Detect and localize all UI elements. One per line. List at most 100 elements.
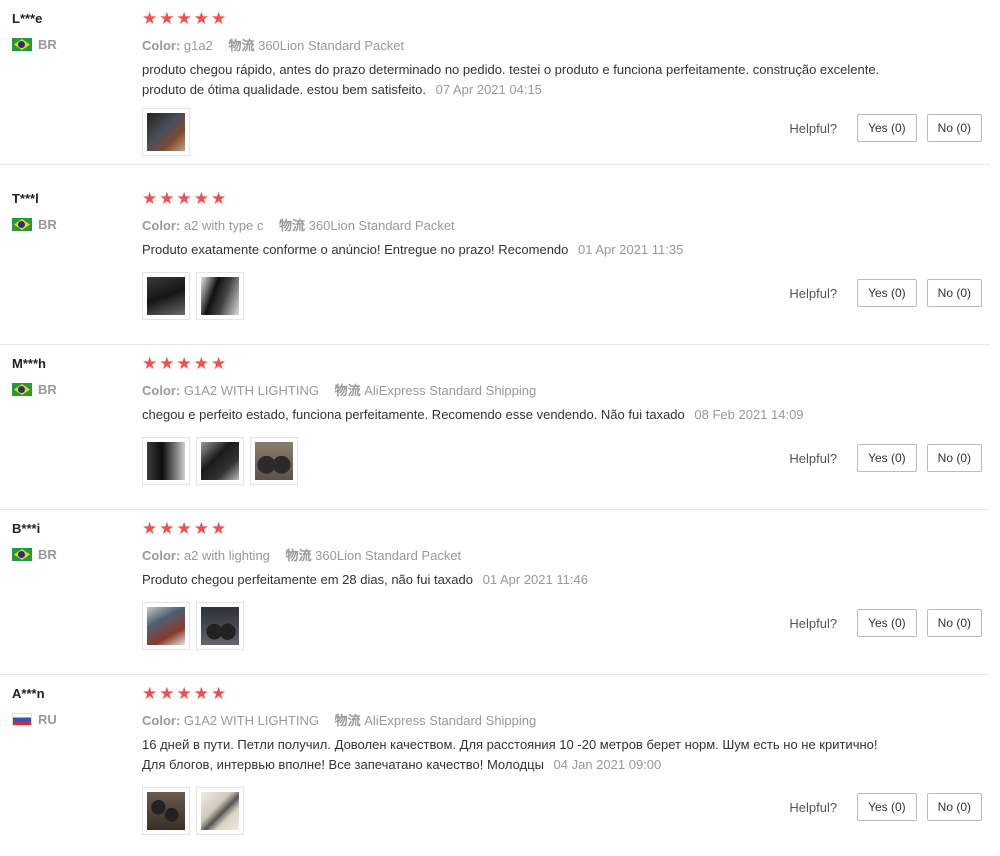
color-value: a2 with lighting: [183, 548, 270, 563]
reviewer-name: B***i: [12, 521, 41, 536]
shipping-label: 物流: [334, 713, 361, 728]
helpful-yes-button[interactable]: Yes (0): [857, 609, 917, 637]
brazil-flag-icon: [12, 38, 32, 51]
helpful-label: Helpful?: [789, 285, 838, 301]
photo-image: [147, 113, 185, 151]
photo-image: [147, 607, 185, 645]
review-photo-thumbnail[interactable]: [142, 272, 190, 320]
reviewer-country: BR: [12, 37, 57, 52]
photo-image: [201, 792, 239, 830]
color-label: Color:: [142, 383, 181, 398]
review-text: produto chegou rápido, antes do prazo de…: [142, 60, 902, 100]
star-rating: ★★★★★: [142, 354, 229, 373]
review-text: Produto chegou perfeitamente em 28 dias,…: [142, 570, 902, 590]
helpful-vote: Helpful? Yes (0) No (0): [789, 444, 982, 472]
review-photos: [142, 272, 244, 320]
helpful-no-button[interactable]: No (0): [926, 114, 982, 142]
helpful-label: Helpful?: [789, 120, 838, 136]
review-photo-thumbnail[interactable]: [196, 437, 244, 485]
review-photos: [142, 787, 244, 835]
review-meta: Color: G1A2 WITH LIGHTING 物流 AliExpress …: [142, 710, 548, 729]
review-meta: Color: a2 with lighting 物流 360Lion Stand…: [142, 545, 473, 564]
helpful-no-button[interactable]: No (0): [926, 793, 982, 821]
helpful-yes-button[interactable]: Yes (0): [857, 444, 917, 472]
review-item: M***h BR ★★★★★ Color: G1A2 WITH LIGHTING…: [0, 345, 990, 510]
helpful-label: Helpful?: [789, 450, 838, 466]
reviewer-country: BR: [12, 382, 57, 397]
review-photo-thumbnail[interactable]: [142, 602, 190, 650]
star-rating: ★★★★★: [142, 9, 229, 28]
country-code: BR: [38, 217, 57, 232]
helpful-yes-button[interactable]: Yes (0): [857, 793, 917, 821]
review-photos: [142, 602, 244, 650]
russia-flag-icon: [12, 713, 32, 726]
country-code: BR: [38, 37, 57, 52]
star-rating: ★★★★★: [142, 189, 229, 208]
review-body: Produto chegou perfeitamente em 28 dias,…: [142, 572, 473, 587]
helpful-yes-button[interactable]: Yes (0): [857, 114, 917, 142]
helpful-no-button[interactable]: No (0): [926, 444, 982, 472]
shipping-label: 物流: [285, 548, 312, 563]
color-value: a2 with type c: [183, 218, 264, 233]
review-photos: [142, 437, 298, 485]
helpful-label: Helpful?: [789, 615, 838, 631]
photo-image: [255, 442, 293, 480]
review-meta: Color: g1a2 物流 360Lion Standard Packet: [142, 35, 416, 54]
helpful-no-button[interactable]: No (0): [926, 609, 982, 637]
reviewer-country: BR: [12, 217, 57, 232]
shipping-value: 360Lion Standard Packet: [315, 548, 462, 563]
review-body: Produto exatamente conforme o anúncio! E…: [142, 242, 569, 257]
color-label: Color:: [142, 38, 181, 53]
review-meta: Color: a2 with type c 物流 360Lion Standar…: [142, 215, 467, 234]
review-photo-thumbnail[interactable]: [196, 272, 244, 320]
photo-image: [147, 792, 185, 830]
shipping-label: 物流: [334, 383, 361, 398]
photo-image: [201, 607, 239, 645]
star-rating: ★★★★★: [142, 684, 229, 703]
country-code: RU: [38, 712, 57, 727]
helpful-vote: Helpful? Yes (0) No (0): [789, 793, 982, 821]
country-code: BR: [38, 547, 57, 562]
brazil-flag-icon: [12, 383, 32, 396]
reviewer-name: A***n: [12, 686, 45, 701]
review-photo-thumbnail[interactable]: [250, 437, 298, 485]
helpful-no-button[interactable]: No (0): [926, 279, 982, 307]
review-item: L***e BR ★★★★★ Color: g1a2 物流 360Lion St…: [0, 0, 990, 165]
photo-image: [201, 277, 239, 315]
reviewer-country: BR: [12, 547, 57, 562]
review-photo-thumbnail[interactable]: [142, 437, 190, 485]
star-rating: ★★★★★: [142, 519, 229, 538]
photo-image: [201, 442, 239, 480]
color-label: Color:: [142, 548, 181, 563]
color-value: g1a2: [183, 38, 213, 53]
review-text: 16 дней в пути. Петли получил. Доволен к…: [142, 735, 902, 775]
review-body: 16 дней в пути. Петли получил. Доволен к…: [142, 737, 878, 772]
reviewer-name: M***h: [12, 356, 46, 371]
helpful-vote: Helpful? Yes (0) No (0): [789, 279, 982, 307]
shipping-value: AliExpress Standard Shipping: [364, 383, 537, 398]
review-date: 01 Apr 2021 11:35: [578, 242, 684, 257]
shipping-label: 物流: [228, 38, 255, 53]
review-photo-thumbnail[interactable]: [142, 108, 190, 156]
review-text: chegou e perfeito estado, funciona perfe…: [142, 405, 902, 425]
review-date: 04 Jan 2021 09:00: [553, 757, 662, 772]
color-label: Color:: [142, 713, 181, 728]
review-date: 01 Apr 2021 11:46: [482, 572, 588, 587]
helpful-yes-button[interactable]: Yes (0): [857, 279, 917, 307]
helpful-vote: Helpful? Yes (0) No (0): [789, 609, 982, 637]
review-photo-thumbnail[interactable]: [196, 787, 244, 835]
color-value: G1A2 WITH LIGHTING: [183, 383, 319, 398]
country-code: BR: [38, 382, 57, 397]
review-body: chegou e perfeito estado, funciona perfe…: [142, 407, 685, 422]
reviewer-name: L***e: [12, 11, 43, 26]
helpful-label: Helpful?: [789, 799, 838, 815]
review-photo-thumbnail[interactable]: [142, 787, 190, 835]
brazil-flag-icon: [12, 548, 32, 561]
brazil-flag-icon: [12, 218, 32, 231]
review-photo-thumbnail[interactable]: [196, 602, 244, 650]
review-photos: [142, 108, 190, 156]
shipping-value: AliExpress Standard Shipping: [364, 713, 537, 728]
reviewer-country: RU: [12, 712, 57, 727]
shipping-value: 360Lion Standard Packet: [258, 38, 405, 53]
review-date: 07 Apr 2021 04:15: [435, 82, 542, 97]
